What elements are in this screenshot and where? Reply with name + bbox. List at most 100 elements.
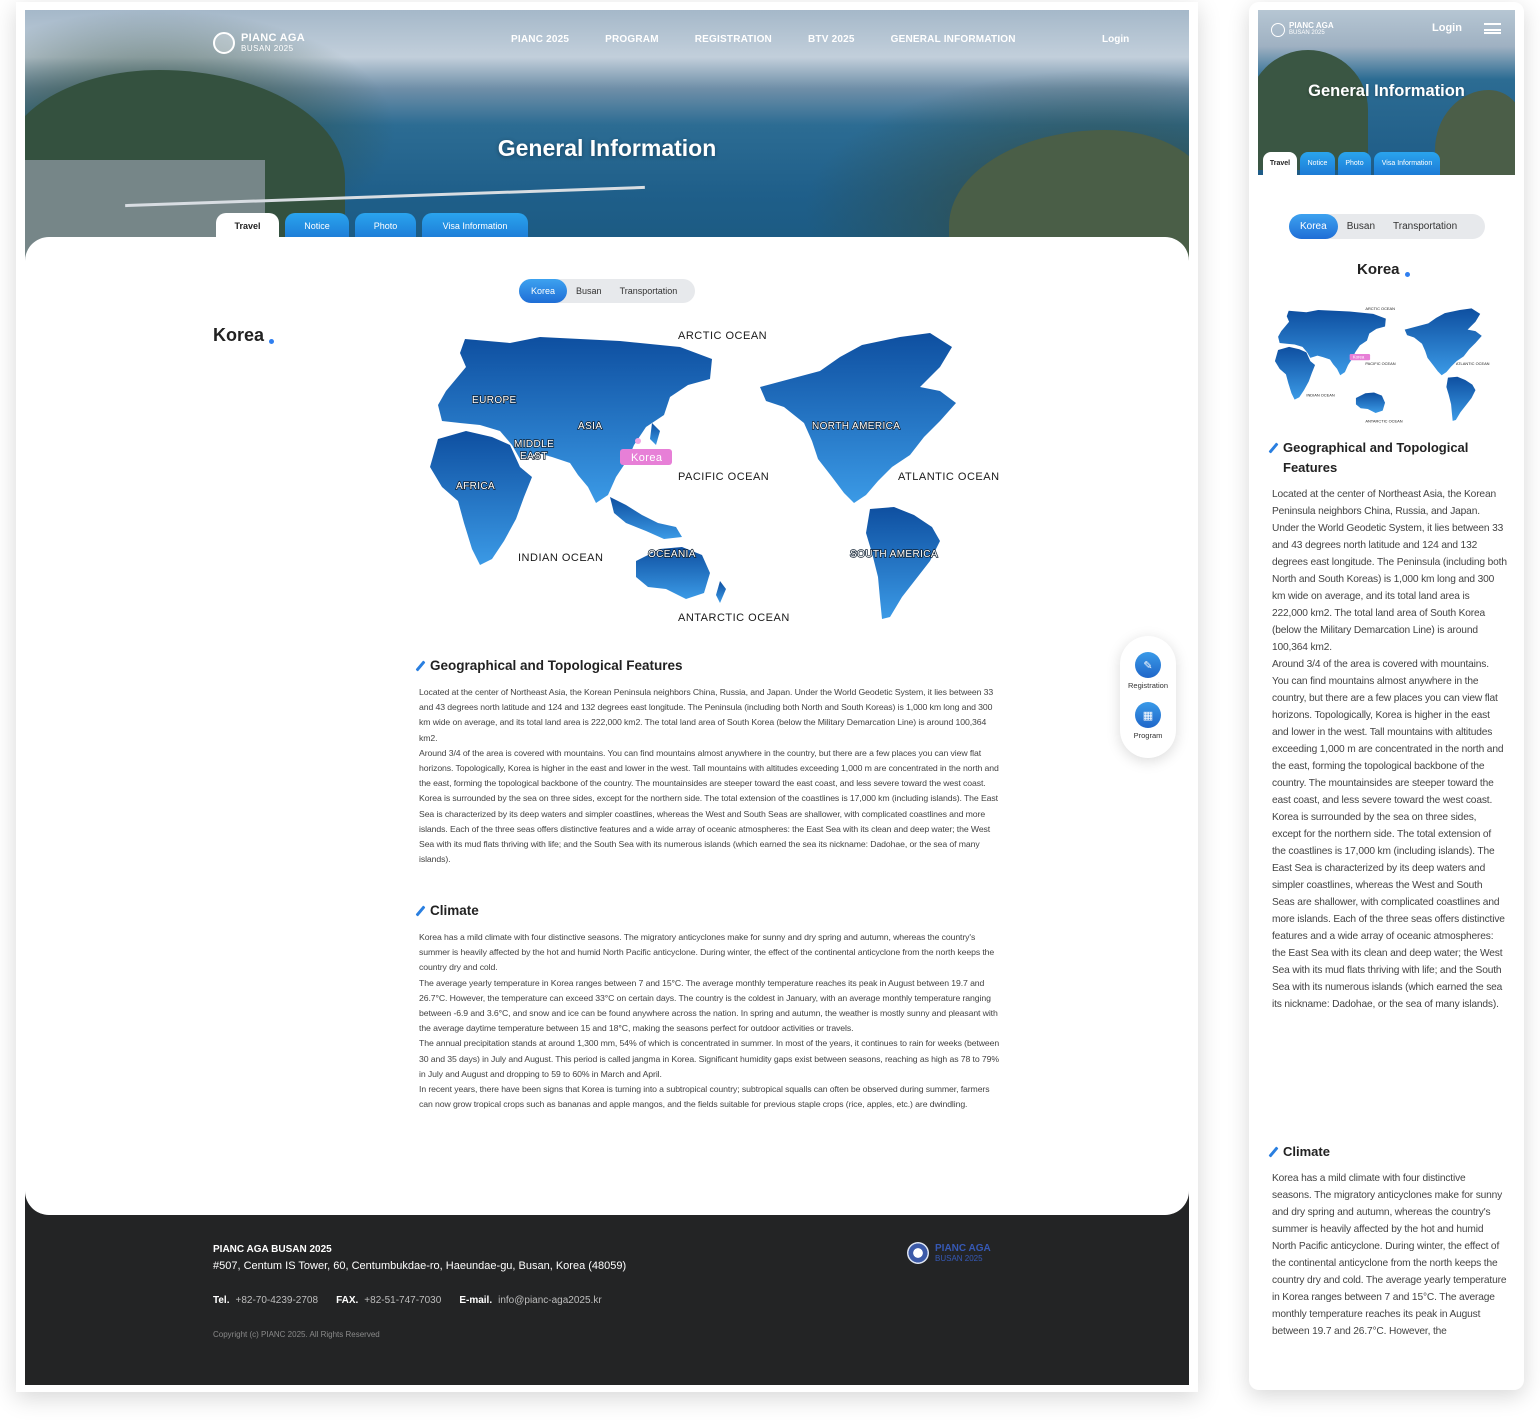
footer-contact: Tel. +82-70-4239-2708 FAX. +82-51-747-70…: [213, 1295, 620, 1306]
mobile-page-title: General Information: [1308, 82, 1465, 100]
paragraph: In recent years, there have been signs t…: [419, 1084, 990, 1110]
segment-transportation[interactable]: Transportation: [611, 279, 687, 303]
quick-program[interactable]: ▦ Program: [1120, 702, 1176, 740]
segment-transportation[interactable]: Transportation: [1384, 214, 1466, 239]
label-indian-ocean: INDIAN OCEAN: [518, 552, 603, 564]
segment-busan[interactable]: Busan: [567, 279, 611, 303]
email-value[interactable]: info@pianc-aga2025.kr: [498, 1295, 602, 1306]
nav-btv-2025[interactable]: BTV 2025: [808, 34, 855, 45]
paragraph: Around 3/4 of the area is covered with m…: [1272, 659, 1504, 806]
tab-photo[interactable]: Photo: [355, 213, 416, 239]
footer-logo: PIANC AGA BUSAN 2025: [907, 1242, 991, 1264]
label-europe: EUROPE: [472, 395, 517, 406]
main-menu: PIANC 2025 PROGRAM REGISTRATION BTV 2025…: [511, 34, 1052, 45]
section-title: Climate: [415, 903, 1001, 918]
tab-visa-information[interactable]: Visa Information: [1374, 152, 1440, 175]
nz-shape: [716, 581, 726, 603]
section-title: Geographical and Topological Features: [1268, 438, 1507, 478]
content-card: Korea Busan Transportation Korea Korea E…: [25, 237, 1189, 1215]
calendar-icon: ▦: [1135, 702, 1161, 728]
tel-label: Tel.: [213, 1295, 230, 1306]
copyright: Copyright (c) PIANC 2025. All Rights Res…: [213, 1330, 380, 1339]
section-geography: Geographical and Topological Features Lo…: [415, 658, 1001, 867]
south-america-shape: [1446, 376, 1476, 421]
quick-registration[interactable]: ✎ Registration: [1120, 652, 1176, 690]
section-title-text: Geographical and Topological Features: [1283, 440, 1469, 475]
label-africa: AFRICA: [456, 481, 495, 492]
label-pacific-ocean: PACIFIC OCEAN: [678, 471, 769, 483]
site-logo[interactable]: PIANC AGA BUSAN 2025: [213, 32, 305, 54]
quick-label: Registration: [1127, 681, 1169, 690]
label-pacific-ocean: PACIFIC OCEAN: [1365, 361, 1395, 366]
tel-value[interactable]: +82-70-4239-2708: [235, 1295, 318, 1306]
paragraph: Korea has a mild climate with four disti…: [419, 932, 995, 973]
mobile-view: PIANC AGA BUSAN 2025 Login General Infor…: [1249, 2, 1524, 1390]
oceania-shape: [1355, 392, 1386, 413]
segment-busan[interactable]: Busan: [1338, 214, 1384, 239]
paragraph: Korea is surrounded by the sea on three …: [419, 793, 998, 865]
quick-label: Program: [1133, 731, 1163, 740]
label-antarctic-ocean: ANTARCTIC OCEAN: [1365, 418, 1402, 423]
nav-registration[interactable]: REGISTRATION: [695, 34, 772, 45]
logo-line2: BUSAN 2025: [241, 44, 294, 53]
se-asia-shape: [610, 497, 682, 539]
tab-notice[interactable]: Notice: [285, 213, 349, 239]
footer-logo-line2: BUSAN 2025: [935, 1253, 983, 1263]
footer-logo-line1: PIANC AGA: [935, 1242, 991, 1254]
login-link[interactable]: Login: [1102, 34, 1129, 45]
tab-travel[interactable]: Travel: [1263, 152, 1297, 175]
section-title: Geographical and Topological Features: [415, 658, 1001, 673]
nav-program[interactable]: PROGRAM: [605, 34, 659, 45]
south-america-shape: [866, 507, 940, 619]
label-antarctic-ocean: ANTARCTIC OCEAN: [678, 612, 790, 624]
section-title-text: Climate: [430, 903, 479, 918]
korea-pin-label: Korea: [631, 452, 663, 464]
label-arctic-ocean: ARCTIC OCEAN: [1365, 306, 1395, 311]
segment-korea[interactable]: Korea: [1289, 214, 1338, 239]
edit-icon: ✎: [1135, 652, 1161, 678]
nav-general-information[interactable]: GENERAL INFORMATION: [891, 34, 1016, 45]
paragraph: The average yearly temperature in Korea …: [419, 977, 998, 1034]
slash-icon: [415, 904, 426, 917]
mobile-world-map-svg: Korea ARCTIC OCEAN PACIFIC OCEAN ATLANTI…: [1274, 306, 1490, 423]
label-atlantic-ocean: ATLANTIC OCEAN: [1456, 361, 1490, 366]
tab-visa-information[interactable]: Visa Information: [422, 213, 528, 239]
footer-address: #507, Centum IS Tower, 60, Centumbukdae-…: [213, 1260, 627, 1272]
paragraph: Located at the center of Northeast Asia,…: [1272, 489, 1507, 653]
slash-icon: [415, 659, 426, 672]
mobile-section-climate: Climate Korea has a mild climate with fo…: [1268, 1142, 1507, 1340]
floating-quick-menu: ✎ Registration ▦ Program: [1120, 636, 1176, 758]
korea-pin-label: Korea: [1353, 355, 1365, 360]
logo-seal-icon: [1271, 22, 1285, 37]
slash-icon: [1268, 1146, 1279, 1158]
footer-seal-icon: [907, 1242, 929, 1264]
heading-text: Korea: [1357, 261, 1400, 278]
heading-text: Korea: [213, 325, 265, 345]
section-climate: Climate Korea has a mild climate with fo…: [415, 903, 1001, 1112]
tab-photo[interactable]: Photo: [1338, 152, 1371, 175]
tab-travel[interactable]: Travel: [216, 213, 279, 239]
footer-org-name: PIANC AGA BUSAN 2025: [213, 1244, 332, 1255]
heading-dot: [269, 339, 275, 344]
nav-pianc-2025[interactable]: PIANC 2025: [511, 34, 569, 45]
label-indian-ocean: INDIAN OCEAN: [1306, 392, 1334, 397]
sub-tabs: Travel Notice Photo Visa Information: [216, 213, 528, 239]
fax-value: +82-51-747-7030: [364, 1295, 442, 1306]
logo-line2: BUSAN 2025: [1289, 30, 1325, 36]
paragraph: Korea has a mild climate with four disti…: [1272, 1173, 1507, 1337]
email-label: E-mail.: [459, 1295, 493, 1306]
slash-icon: [1268, 442, 1279, 454]
hamburger-menu-icon[interactable]: [1484, 23, 1501, 34]
mobile-section-heading: Korea: [1357, 261, 1410, 278]
section-title-text: Climate: [1283, 1144, 1330, 1159]
logo-line1: PIANC AGA: [241, 32, 306, 44]
label-east: EAST: [520, 451, 548, 462]
mobile-logo[interactable]: PIANC AGA BUSAN 2025: [1271, 22, 1334, 37]
mobile-world-map: Korea ARCTIC OCEAN PACIFIC OCEAN ATLANTI…: [1271, 304, 1503, 426]
label-south-america: SOUTH AMERICA: [850, 549, 938, 560]
label-arctic-ocean: ARCTIC OCEAN: [678, 330, 767, 342]
mobile-login-link[interactable]: Login: [1432, 22, 1462, 34]
hero-hill-right: [1435, 90, 1515, 175]
segment-korea[interactable]: Korea: [519, 279, 568, 303]
tab-notice[interactable]: Notice: [1300, 152, 1335, 175]
